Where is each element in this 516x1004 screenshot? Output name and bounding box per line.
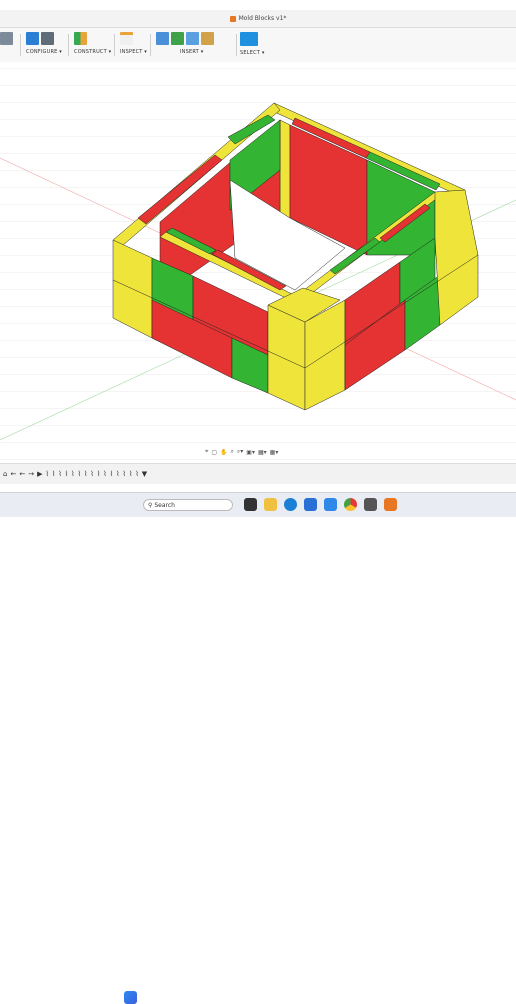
viewports-icon[interactable]: ▦▾ bbox=[270, 449, 279, 456]
document-icon bbox=[229, 15, 236, 22]
navigation-bar: ⌖ ▢ ✋ ⌕ ⌕▾ ▣▾ ▦▾ ▦▾ bbox=[205, 447, 278, 457]
inner-corner-back bbox=[279, 119, 291, 219]
timeline-feature-icon[interactable]: ⌇ bbox=[110, 470, 113, 478]
window-title: Mold Blocks v1* bbox=[238, 15, 287, 22]
timeline-feature-icon[interactable]: ⌇ bbox=[65, 470, 68, 478]
display-settings-icon[interactable]: ▣▾ bbox=[246, 449, 255, 456]
group-configure[interactable]: CONFIGURE ▾ bbox=[26, 32, 62, 60]
zoom-icon[interactable]: ⌕ bbox=[231, 448, 234, 456]
window-titlebar: Mold Blocks v1* bbox=[0, 10, 516, 28]
corner-front-left bbox=[267, 304, 306, 411]
fusion360-icon[interactable] bbox=[384, 498, 397, 511]
mail-icon[interactable] bbox=[324, 498, 337, 511]
file-explorer-icon[interactable] bbox=[264, 498, 277, 511]
measure-icon[interactable] bbox=[120, 32, 133, 45]
timeline-home-icon[interactable]: ⌂ bbox=[3, 470, 7, 478]
divider bbox=[68, 34, 69, 56]
bottom-margin bbox=[0, 484, 516, 492]
top-margin bbox=[0, 0, 516, 10]
select-cursor-icon[interactable] bbox=[240, 32, 258, 46]
timeline-feature-icon[interactable]: ⌇ bbox=[78, 470, 81, 478]
select-menu[interactable]: SELECT ▾ bbox=[240, 50, 265, 56]
look-at-icon[interactable]: ▢ bbox=[211, 449, 217, 456]
orbit-icon[interactable]: ⌖ bbox=[205, 448, 208, 456]
group-insert[interactable]: INSERT ▾ bbox=[156, 32, 214, 60]
group-select[interactable]: SELECT ▾ bbox=[240, 32, 265, 60]
pan-icon[interactable]: ✋ bbox=[220, 449, 227, 456]
divider bbox=[20, 34, 21, 56]
group-inspect[interactable]: INSPECT ▾ bbox=[120, 32, 147, 60]
timeline-back-icon[interactable]: ← bbox=[10, 470, 16, 478]
timeline-feature-icon[interactable]: ⌇ bbox=[103, 470, 106, 478]
timeline-bar: ⌂ ← ← → ▶ ⌇ ⌇ ⌇ ⌇ ⌇ ⌇ ⌇ ⌇ ⌇ ⌇ ⌇ ⌇ ⌇ ⌇ ⌇ … bbox=[0, 463, 516, 484]
timeline-marker-icon[interactable]: ▼ bbox=[142, 470, 147, 478]
taskbar-search-input[interactable]: ⚲ Search bbox=[143, 499, 233, 511]
insert-mcmaster-icon[interactable] bbox=[201, 32, 214, 45]
edge-icon[interactable] bbox=[284, 498, 297, 511]
timeline-feature-icon[interactable]: ⌇ bbox=[129, 470, 132, 478]
timeline-feature-icon[interactable]: ⌇ bbox=[52, 470, 55, 478]
timeline-step-back-icon[interactable]: ← bbox=[19, 470, 25, 478]
timeline-feature-icon[interactable]: ⌇ bbox=[90, 470, 93, 478]
grid-settings-icon[interactable]: ▦▾ bbox=[258, 449, 267, 456]
start-menu-icon[interactable] bbox=[124, 991, 137, 1004]
parameters-icon[interactable] bbox=[26, 32, 39, 45]
insert-mesh-icon[interactable] bbox=[171, 32, 184, 45]
inspect-menu[interactable]: INSPECT ▾ bbox=[120, 49, 147, 55]
timeline-feature-icon[interactable]: ⌇ bbox=[58, 470, 61, 478]
group-construct[interactable]: CONSTRUCT ▾ bbox=[74, 32, 111, 60]
task-view-icon[interactable] bbox=[244, 498, 257, 511]
timeline-feature-icon[interactable]: ⌇ bbox=[123, 470, 126, 478]
configure-menu[interactable]: CONFIGURE ▾ bbox=[26, 49, 62, 55]
insert-derive-icon[interactable] bbox=[156, 32, 169, 45]
canvas-viewport[interactable] bbox=[0, 62, 516, 462]
search-placeholder: Search bbox=[154, 501, 175, 509]
timeline-feature-icon[interactable]: ⌇ bbox=[84, 470, 87, 478]
timeline-feature-icon[interactable]: ⌇ bbox=[135, 470, 138, 478]
timeline-feature-icon[interactable]: ⌇ bbox=[97, 470, 100, 478]
timeline-feature-icon[interactable]: ⌇ bbox=[45, 470, 48, 478]
insert-canvas-icon[interactable] bbox=[186, 32, 199, 45]
divider bbox=[236, 34, 237, 56]
insert-menu[interactable]: INSERT ▾ bbox=[180, 49, 214, 55]
chrome-icon[interactable] bbox=[344, 498, 357, 511]
group-design-partial[interactable] bbox=[0, 32, 13, 60]
timeline-feature-icon[interactable]: ⌇ bbox=[71, 470, 74, 478]
timeline-play-icon[interactable]: ▶ bbox=[37, 470, 42, 478]
table-icon[interactable] bbox=[41, 32, 54, 45]
plane-icon[interactable] bbox=[74, 32, 87, 45]
divider bbox=[114, 34, 115, 56]
outlook-icon[interactable] bbox=[304, 498, 317, 511]
ribbon-toolbar: CONFIGURE ▾ CONSTRUCT ▾ INSPECT ▾ INSERT… bbox=[0, 28, 516, 63]
timeline-step-forward-icon[interactable]: → bbox=[28, 470, 34, 478]
app-icon[interactable] bbox=[364, 498, 377, 511]
fit-icon[interactable]: ⌕▾ bbox=[237, 448, 243, 456]
construct-menu[interactable]: CONSTRUCT ▾ bbox=[74, 49, 111, 55]
timeline-feature-icon[interactable]: ⌇ bbox=[116, 470, 119, 478]
model-canvas[interactable] bbox=[0, 62, 516, 462]
divider bbox=[150, 34, 151, 56]
windows-taskbar bbox=[0, 492, 516, 1004]
compass-icon[interactable] bbox=[0, 32, 13, 45]
